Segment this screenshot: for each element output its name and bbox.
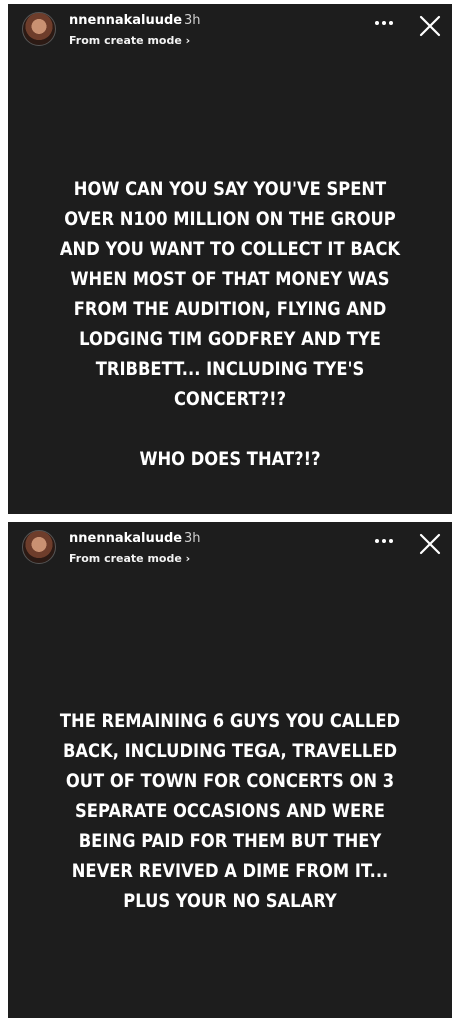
- close-icon[interactable]: [418, 14, 442, 38]
- post-time: 3h: [184, 13, 201, 28]
- story-text: HOW CAN YOU SAY YOU'VE SPENT OVER N100 M…: [59, 178, 401, 470]
- story-text: THE REMAINING 6 GUYS YOU CALLED BACK, IN…: [59, 710, 401, 912]
- close-icon[interactable]: [418, 532, 442, 556]
- username[interactable]: nnennakaluude: [69, 13, 182, 28]
- create-mode-link[interactable]: From create mode ›: [69, 552, 190, 565]
- avatar[interactable]: [22, 12, 56, 46]
- story-panel[interactable]: nnennakaluude 3h From create mode › HOW …: [8, 4, 452, 514]
- story-header: nnennakaluude 3h From create mode ›: [8, 4, 452, 60]
- create-mode-link[interactable]: From create mode ›: [69, 34, 190, 47]
- post-time: 3h: [184, 531, 201, 546]
- avatar[interactable]: [22, 530, 56, 564]
- more-horizontal-icon[interactable]: [372, 531, 396, 551]
- story-panel[interactable]: nnennakaluude 3h From create mode › THE …: [8, 522, 452, 1018]
- username[interactable]: nnennakaluude: [69, 531, 182, 546]
- story-header: nnennakaluude 3h From create mode ›: [8, 522, 452, 578]
- more-horizontal-icon[interactable]: [372, 13, 396, 33]
